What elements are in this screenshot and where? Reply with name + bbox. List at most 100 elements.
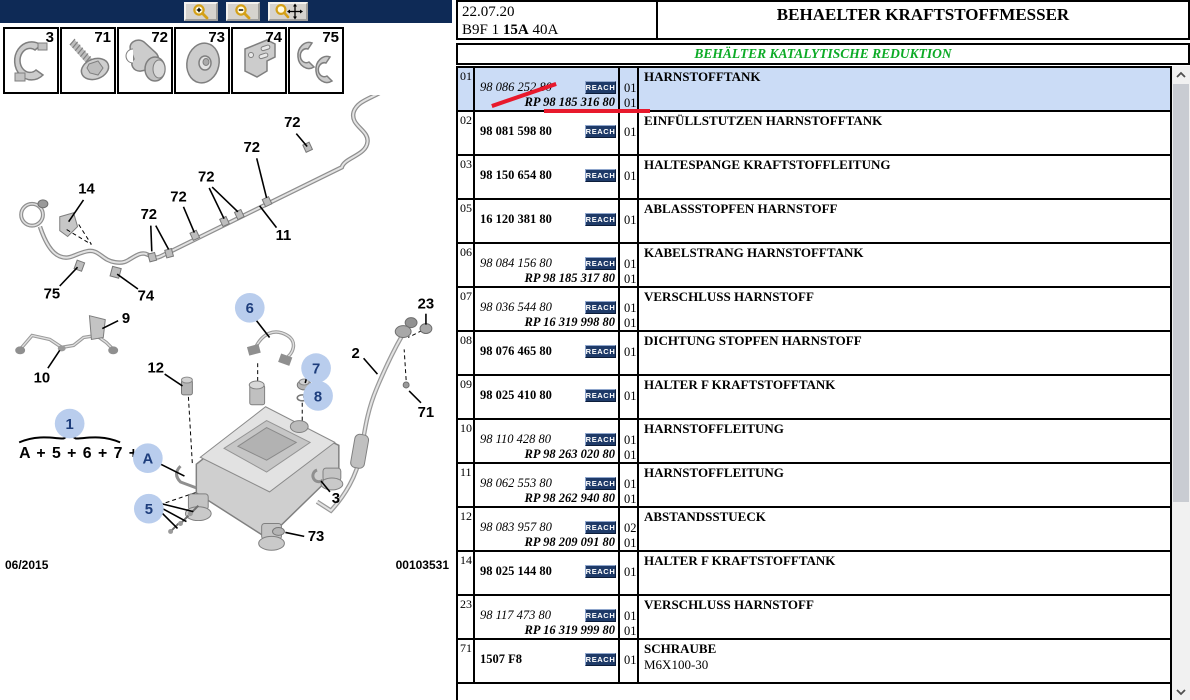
table-scrollbar[interactable] [1172,66,1190,700]
callout-23[interactable]: 23 [418,296,435,312]
callout-10[interactable]: 10 [34,371,51,387]
reach-button[interactable]: REACH [585,389,616,402]
callout-14[interactable]: 14 [78,181,95,197]
callout-3[interactable]: 3 [332,491,340,507]
parts-table: 01 98 086 252 80REACHRP 98 185 316 80 01 01… [456,66,1172,700]
section-title: BEHÄLTER KATALYTISCHE REDUKTION [694,46,951,62]
page-title: BEHAELTER KRAFTSTOFFMESSER [658,5,1188,25]
scrollbar-thumb[interactable] [1173,84,1189,502]
description-cell: HALTER F KRAFTSTOFFTANK [641,376,1170,418]
reach-button[interactable]: REACH [585,433,616,446]
ref-number: 06 [458,244,475,286]
description-cell: ABLASSSTOPFEN HARNSTOFF [641,200,1170,242]
description-cell: SCHRAUBEM6X100-30 [641,640,1170,682]
callout-6[interactable]: 6 [246,301,254,317]
catalog-date: 22.07.20 [462,3,656,21]
callout-73[interactable]: 73 [308,529,325,545]
zoom-in-button[interactable] [184,2,218,21]
reach-button[interactable]: REACH [585,81,616,94]
description-cell: EINFÜLLSTUTZEN HARNSTOFFTANK [641,112,1170,154]
table-row-02[interactable]: 0298 081 598 80REACH01EINFÜLLSTUTZEN HAR… [458,112,1170,156]
replacement-part-number: RP 98 262 940 80 [524,491,615,506]
quantity: 01 [624,301,637,316]
diagram-toolbar [0,0,452,23]
scroll-up-button[interactable] [1172,66,1190,83]
part-cell: 98 086 252 80REACHRP 98 185 316 80 [477,68,620,110]
part-description: HARNSTOFFLEITUNG [644,421,1167,437]
reach-button[interactable]: REACH [585,521,616,534]
table-row-11[interactable]: 1198 062 553 80REACHRP 98 262 940 800101… [458,464,1170,508]
part-description: VERSCHLUSS HARNSTOFF [644,597,1167,613]
part-description: HARNSTOFFLEITUNG [644,465,1167,481]
part-description: DICHTUNG STOPFEN HARNSTOFF [644,333,1167,349]
scroll-down-button[interactable] [1172,683,1190,700]
reach-button[interactable]: REACH [585,301,616,314]
reach-button[interactable]: REACH [585,257,616,270]
leader-line [257,158,267,198]
table-row-03[interactable]: 0398 150 654 80REACH01HALTESPANGE KRAFTS… [458,156,1170,200]
callout-74[interactable]: 74 [138,288,155,304]
reach-button[interactable]: REACH [585,169,616,182]
thumbnail-label: 73 [208,29,225,46]
callout-12[interactable]: 12 [147,361,164,377]
table-row-23[interactable]: 2398 117 473 80REACHRP 16 319 999 800101… [458,596,1170,640]
reach-button[interactable]: REACH [585,609,616,622]
callout-9[interactable]: 9 [122,311,130,327]
table-row-05[interactable]: 0516 120 381 80REACH01ABLASSSTOPFEN HARN… [458,200,1170,244]
ref-number: 11 [458,464,475,506]
reach-button[interactable]: REACH [585,213,616,226]
reach-button[interactable]: REACH [585,125,616,138]
callout-72[interactable]: 72 [243,140,260,156]
reach-button[interactable]: REACH [585,477,616,490]
quantity: 01 [624,624,637,639]
part-thumbnail-71[interactable]: 71 [60,27,116,94]
callout-75[interactable]: 75 [44,286,61,302]
callout-2[interactable]: 2 [352,346,360,362]
reach-button[interactable]: REACH [585,345,616,358]
callout-72[interactable]: 72 [141,207,158,223]
reach-button[interactable]: REACH [585,565,616,578]
table-row-07[interactable]: 0798 036 544 80REACHRP 16 319 998 800101… [458,288,1170,332]
part-thumbnail-74[interactable]: 74 [231,27,287,94]
callout-72[interactable]: 72 [170,189,187,205]
callout-71[interactable]: 71 [418,405,435,421]
callout-1[interactable]: 1 [66,417,74,433]
callout-72[interactable]: 72 [198,170,215,186]
zoom-pan-button[interactable] [268,2,308,21]
callout-72[interactable]: 72 [284,115,301,131]
leader-line [285,532,304,536]
quantity: 01 [624,169,637,184]
table-row-14[interactable]: 1498 025 144 80REACH01HALTER F KRAFTSTOF… [458,552,1170,596]
description-cell: HARNSTOFFLEITUNG [641,464,1170,506]
part-cell: 16 120 381 80REACH [477,200,620,242]
quantity-cell: 01 [622,332,639,374]
table-row-12[interactable]: 1298 083 957 80REACHRP 98 209 091 800201… [458,508,1170,552]
part-thumbnail-72[interactable]: 72 [117,27,173,94]
leader-line [156,226,169,250]
part-spec: M6X100-30 [644,657,1167,673]
leader-line [256,320,270,338]
ref-number: 10 [458,420,475,462]
part-description: ABSTANDSSTUECK [644,509,1167,525]
table-row-06[interactable]: 0698 084 156 80REACHRP 98 185 317 800101… [458,244,1170,288]
callout-11[interactable]: 11 [276,228,292,244]
table-row-09[interactable]: 0998 025 410 80REACH01HALTER F KRAFTSTOF… [458,376,1170,420]
table-row-08[interactable]: 0898 076 465 80REACH01DICHTUNG STOPFEN H… [458,332,1170,376]
callout-7[interactable]: 7 [312,362,320,378]
part-thumbnail-75[interactable]: 75 [288,27,344,94]
chevron-down-icon [1175,688,1187,696]
zoom-out-button[interactable] [226,2,260,21]
part-thumbnail-73[interactable]: 73 [174,27,230,94]
part-thumbnail-3[interactable]: 3 [3,27,59,94]
quantity-cell: 0201 [622,508,639,550]
leader-line [364,358,378,374]
callout-A[interactable]: A [142,452,153,468]
callout-5[interactable]: 5 [145,502,153,518]
callout-8[interactable]: 8 [314,389,322,405]
reach-button[interactable]: REACH [585,653,616,666]
part-description: KABELSTRANG HARNSTOFFTANK [644,245,1167,261]
description-cell: KABELSTRANG HARNSTOFFTANK [641,244,1170,286]
table-row-10[interactable]: 1098 110 428 80REACHRP 98 263 020 800101… [458,420,1170,464]
table-row-01[interactable]: 0198 086 252 80REACHRP 98 185 316 800101… [458,68,1170,112]
table-row-71[interactable]: 711507 F8REACH01SCHRAUBEM6X100-30 [458,640,1170,684]
